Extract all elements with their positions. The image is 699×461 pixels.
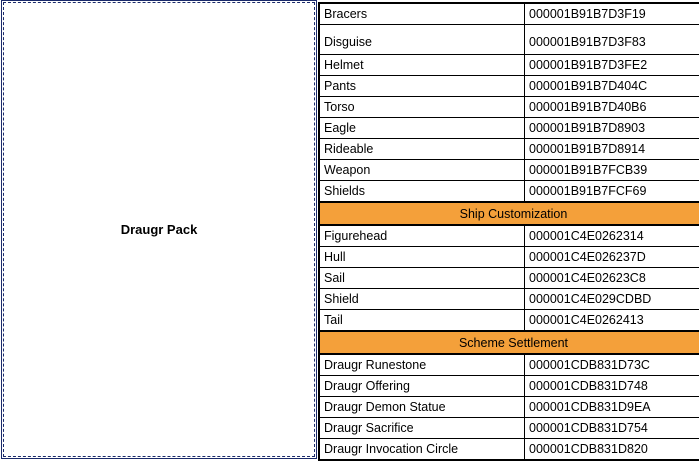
table-row: Figurehead 000001C4E0262314: [319, 225, 699, 247]
item-name-cell[interactable]: Draugr Sacrifice: [319, 418, 525, 439]
item-name-cell[interactable]: Bracers: [319, 3, 525, 25]
item-name-cell[interactable]: Sail: [319, 268, 525, 289]
item-id-cell[interactable]: 000001CDB831D73C: [525, 354, 699, 376]
table-row: Helmet 000001B91B7D3FE2: [319, 55, 699, 76]
item-name-cell[interactable]: Draugr Demon Statue: [319, 397, 525, 418]
pack-name-cell[interactable]: Draugr Pack: [3, 2, 315, 457]
item-id-cell[interactable]: 000001C4E026237D: [525, 247, 699, 268]
section-title-settlement[interactable]: Scheme Settlement: [319, 331, 699, 354]
item-id-cell[interactable]: 000001CDB831D820: [525, 439, 699, 461]
item-id-cell[interactable]: 000001B91B7D8903: [525, 118, 699, 139]
table-row: Torso 000001B91B7D40B6: [319, 97, 699, 118]
item-id-cell[interactable]: 000001B91B7FCB39: [525, 160, 699, 181]
item-id-cell[interactable]: 000001B91B7D3FE2: [525, 55, 699, 76]
item-name-cell[interactable]: Draugr Runestone: [319, 354, 525, 376]
table-row: Shield 000001C4E029CDBD: [319, 289, 699, 310]
item-name-cell[interactable]: Shield: [319, 289, 525, 310]
item-name-cell[interactable]: Tail: [319, 310, 525, 332]
item-table-container: Bracers 000001B91B7D3F19 Disguise 000001…: [318, 2, 696, 461]
item-name-cell[interactable]: Shields: [319, 181, 525, 203]
pack-name: Draugr Pack: [121, 222, 198, 237]
item-id-cell[interactable]: 000001B91B7FCF69: [525, 181, 699, 203]
table-row: Draugr Sacrifice 000001CDB831D754: [319, 418, 699, 439]
table-row: Shields 000001B91B7FCF69: [319, 181, 699, 203]
item-id-cell[interactable]: 000001CDB831D748: [525, 376, 699, 397]
item-id-cell[interactable]: 000001B91B7D404C: [525, 76, 699, 97]
item-id-cell[interactable]: 000001CDB831D754: [525, 418, 699, 439]
table-row: Tail 000001C4E0262413: [319, 310, 699, 332]
item-id-cell[interactable]: 000001B91B7D3F19: [525, 3, 699, 25]
table-row: Sail 000001C4E02623C8: [319, 268, 699, 289]
item-name-cell[interactable]: Draugr Invocation Circle: [319, 439, 525, 461]
item-id-cell[interactable]: 000001C4E02623C8: [525, 268, 699, 289]
item-id-cell[interactable]: 000001CDB831D9EA: [525, 397, 699, 418]
item-name-cell[interactable]: Helmet: [319, 55, 525, 76]
table-row: Draugr Invocation Circle 000001CDB831D82…: [319, 439, 699, 461]
item-name-cell[interactable]: Torso: [319, 97, 525, 118]
item-id-cell[interactable]: 000001B91B7D40B6: [525, 97, 699, 118]
section-header-settlement: Scheme Settlement: [319, 331, 699, 354]
item-name-cell[interactable]: Disguise: [319, 25, 525, 55]
item-id-cell[interactable]: 000001C4E0262413: [525, 310, 699, 332]
item-id-cell[interactable]: 000001C4E029CDBD: [525, 289, 699, 310]
item-name-cell[interactable]: Figurehead: [319, 225, 525, 247]
table-row: Eagle 000001B91B7D8903: [319, 118, 699, 139]
table-row: Bracers 000001B91B7D3F19: [319, 3, 699, 25]
item-table: Bracers 000001B91B7D3F19 Disguise 000001…: [318, 2, 699, 461]
table-row: Rideable 000001B91B7D8914: [319, 139, 699, 160]
table-row: Disguise 000001B91B7D3F83: [319, 25, 699, 55]
table-row: Hull 000001C4E026237D: [319, 247, 699, 268]
table-row: Draugr Demon Statue 000001CDB831D9EA: [319, 397, 699, 418]
table-row: Draugr Offering 000001CDB831D748: [319, 376, 699, 397]
table-row: Weapon 000001B91B7FCB39: [319, 160, 699, 181]
item-id-cell[interactable]: 000001C4E0262314: [525, 225, 699, 247]
item-name-cell[interactable]: Eagle: [319, 118, 525, 139]
item-name-cell[interactable]: Draugr Offering: [319, 376, 525, 397]
item-name-cell[interactable]: Rideable: [319, 139, 525, 160]
section-header-ship: Ship Customization: [319, 202, 699, 225]
table-row: Pants 000001B91B7D404C: [319, 76, 699, 97]
table-row: Draugr Runestone 000001CDB831D73C: [319, 354, 699, 376]
item-name-cell[interactable]: Pants: [319, 76, 525, 97]
document-table: Draugr Pack Bracers 000001B91B7D3F19 Dis…: [0, 0, 699, 460]
item-id-cell[interactable]: 000001B91B7D8914: [525, 139, 699, 160]
item-name-cell[interactable]: Hull: [319, 247, 525, 268]
item-name-cell[interactable]: Weapon: [319, 160, 525, 181]
item-id-cell[interactable]: 000001B91B7D3F83: [525, 25, 699, 55]
section-title-ship[interactable]: Ship Customization: [319, 202, 699, 225]
